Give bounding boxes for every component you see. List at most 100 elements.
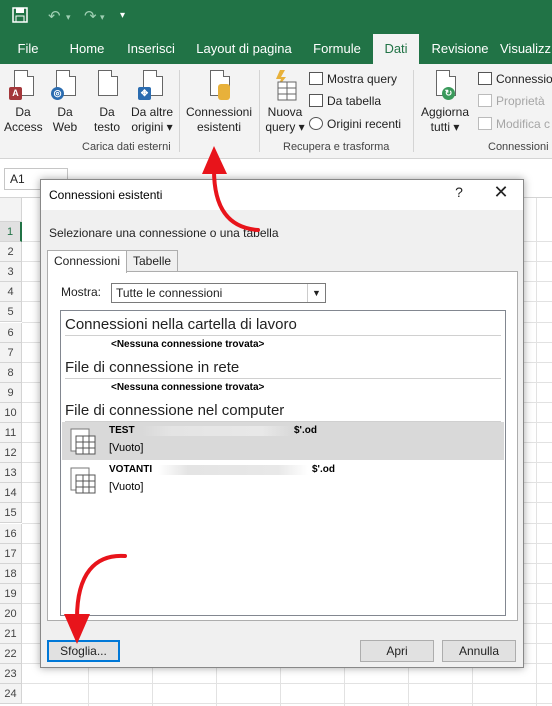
row-header[interactable]: 18 — [0, 563, 22, 584]
new-query-icon — [272, 70, 298, 102]
from-other-sources-button[interactable]: ✥ Da altre origini ▾ — [128, 70, 176, 135]
ribbon-tabs: File Home Inserisci Layout di pagina For… — [0, 34, 552, 64]
redo-dropdown-icon[interactable]: ▾ — [100, 12, 105, 23]
row-header[interactable]: 4 — [0, 282, 22, 303]
divider — [65, 378, 501, 379]
redacted-text — [142, 426, 292, 436]
connection-description: [Vuoto] — [109, 442, 144, 454]
edit-links-button: Modifica c — [478, 115, 550, 133]
from-text-button[interactable]: Da testo — [88, 70, 126, 135]
annotation-arrow-up — [202, 146, 260, 232]
list-item[interactable]: TEST $'.od [Vuoto] — [62, 422, 504, 460]
row-header[interactable]: 10 — [0, 402, 22, 423]
section-network: File di connessione in rete — [65, 359, 240, 376]
undo-dropdown-icon[interactable]: ▾ — [66, 12, 71, 23]
tab-tabelle[interactable]: Tabelle — [126, 250, 179, 272]
recent-sources-button[interactable]: Origini recenti — [309, 115, 401, 133]
access-icon: A — [9, 70, 36, 102]
save-icon[interactable] — [12, 7, 28, 27]
refresh-all-button[interactable]: ↻ Aggiorna tutti ▾ — [418, 70, 472, 135]
row-header[interactable]: 5 — [0, 302, 22, 323]
row-header[interactable]: 11 — [0, 423, 22, 443]
cancel-button[interactable]: Annulla — [442, 640, 516, 662]
row-header[interactable]: 22 — [0, 644, 22, 665]
row-header[interactable]: 21 — [0, 624, 22, 644]
clock-icon — [309, 117, 323, 130]
connection-description: [Vuoto] — [109, 481, 144, 493]
tab-connessioni[interactable]: Connessioni — [47, 250, 128, 273]
annotation-arrow-down — [64, 553, 127, 644]
row-header[interactable]: 1 — [0, 222, 22, 242]
tab-dati[interactable]: Dati — [373, 34, 419, 64]
row-header[interactable]: 13 — [0, 463, 22, 484]
no-connections-found: <Nessuna connessione trovata> — [111, 339, 265, 350]
open-button[interactable]: Apri — [360, 640, 434, 662]
redacted-text — [158, 465, 308, 475]
properties-icon — [478, 94, 492, 107]
other-sources-icon: ✥ — [138, 70, 165, 102]
show-select[interactable]: Tutte le connessioni ▼ — [111, 283, 326, 303]
row-header[interactable]: 20 — [0, 603, 22, 624]
separator — [179, 70, 180, 152]
dialog-title-bar: Connessioni esistenti ? ✕ — [41, 180, 523, 210]
row-header[interactable]: 2 — [0, 242, 22, 263]
row-header[interactable]: 12 — [0, 443, 22, 464]
connection-suffix: $'.od — [312, 464, 335, 475]
group-label-connessioni: Connessioni — [488, 141, 549, 153]
edit-links-icon — [478, 117, 492, 130]
show-label: Mostra: — [61, 285, 102, 299]
connections-button[interactable]: Connession — [478, 70, 552, 88]
tab-revisione[interactable]: Revisione — [428, 34, 492, 64]
connection-name: TEST — [109, 425, 135, 436]
separator — [413, 70, 414, 152]
row-header[interactable]: 14 — [0, 483, 22, 504]
close-icon[interactable]: ✕ — [489, 182, 513, 206]
connection-suffix: $'.od — [294, 425, 317, 436]
row-header[interactable]: 3 — [0, 262, 22, 283]
select-all-corner[interactable] — [0, 198, 22, 222]
customize-qat-icon[interactable]: ▾ — [120, 10, 125, 21]
from-table-button[interactable]: Da tabella — [309, 92, 381, 110]
new-query-button[interactable]: Nuova query ▾ — [263, 70, 307, 135]
undo-icon[interactable]: ↶ — [48, 7, 61, 25]
tab-file[interactable]: File — [6, 34, 50, 64]
row-header[interactable]: 8 — [0, 362, 22, 383]
row-header[interactable]: 24 — [0, 684, 22, 705]
help-icon[interactable]: ? — [449, 184, 469, 204]
tab-layout[interactable]: Layout di pagina — [190, 34, 298, 64]
row-header[interactable]: 23 — [0, 664, 22, 685]
tab-visualizza[interactable]: Visualizz — [500, 34, 552, 64]
table-icon — [70, 428, 96, 455]
row-header[interactable]: 15 — [0, 503, 22, 524]
grid-line — [536, 198, 537, 706]
row-header[interactable]: 7 — [0, 342, 22, 363]
text-file-icon — [94, 70, 120, 102]
tab-home[interactable]: Home — [62, 34, 112, 64]
row-header[interactable]: 9 — [0, 382, 22, 403]
divider — [65, 335, 501, 336]
connections-icon — [478, 72, 492, 85]
dialog-title: Connessioni esistenti — [49, 188, 163, 202]
properties-button: Proprietà — [478, 92, 545, 110]
web-icon: ◎ — [51, 70, 78, 102]
refresh-icon: ↻ — [432, 70, 458, 102]
tab-formule[interactable]: Formule — [306, 34, 368, 64]
row-header[interactable]: 17 — [0, 543, 22, 564]
no-connections-found: <Nessuna connessione trovata> — [111, 382, 265, 393]
list-item[interactable]: VOTANTI $'.od [Vuoto] — [62, 461, 504, 499]
existing-connections-icon — [206, 70, 232, 102]
existing-connections-button[interactable]: Connessioni esistenti — [183, 70, 255, 135]
redo-icon[interactable]: ↷ — [84, 7, 97, 25]
section-computer: File di connessione nel computer — [65, 402, 285, 419]
tab-inserisci[interactable]: Inserisci — [122, 34, 180, 64]
connection-name: VOTANTI — [109, 464, 153, 475]
row-header[interactable]: 6 — [0, 322, 22, 343]
row-header[interactable]: 19 — [0, 583, 22, 604]
show-query-button[interactable]: Mostra query — [309, 70, 397, 88]
chevron-down-icon[interactable]: ▼ — [307, 284, 325, 302]
from-access-button[interactable]: A Da Access — [4, 70, 43, 135]
title-bar: ↶ ▾ ↷ ▾ ▾ — [0, 0, 552, 34]
from-web-button[interactable]: ◎ Da Web — [46, 70, 84, 135]
row-header[interactable]: 16 — [0, 523, 22, 544]
ribbon: A Da Access ◎ Da Web Da testo ✥ Da altre ori… — [0, 64, 552, 159]
